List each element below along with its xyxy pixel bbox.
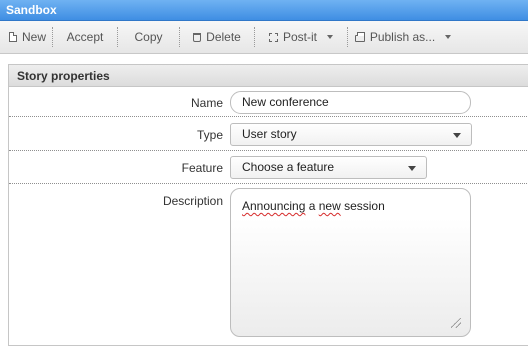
- panel-title: Story properties: [9, 65, 528, 87]
- delete-button-label: Delete: [206, 30, 241, 44]
- resize-handle-icon[interactable]: [451, 318, 461, 328]
- trash-icon: [193, 32, 202, 42]
- type-row: Type User story: [9, 118, 528, 151]
- chevron-down-icon: [445, 35, 452, 39]
- type-select-value: User story: [242, 127, 297, 141]
- copy-button[interactable]: Copy: [118, 21, 179, 54]
- publish-as-button[interactable]: Publish as...: [348, 21, 458, 54]
- feature-select[interactable]: Choose a feature: [230, 156, 427, 179]
- window-title: Sandbox: [6, 3, 57, 17]
- postit-button[interactable]: Post-it: [255, 21, 347, 54]
- delete-button[interactable]: Delete: [180, 21, 254, 54]
- postit-icon: [268, 32, 278, 42]
- accept-button-label: Accept: [66, 30, 104, 44]
- new-document-icon: [9, 32, 17, 42]
- misspelled-word: Announcing: [242, 199, 306, 213]
- chevron-down-icon: [408, 166, 416, 171]
- feature-select-value: Choose a feature: [242, 160, 335, 174]
- new-button[interactable]: New: [0, 21, 52, 54]
- print-icon: [354, 31, 365, 42]
- postit-button-label: Post-it: [282, 30, 317, 44]
- description-textarea[interactable]: Announcing a new session: [230, 188, 471, 337]
- description-text: a: [305, 199, 319, 213]
- name-label: Name: [190, 96, 223, 110]
- toolbar: New Accept Copy Delete Post-it Publish a…: [0, 21, 528, 54]
- feature-label: Feature: [181, 161, 223, 175]
- description-row: Description Announcing a new session: [9, 185, 528, 345]
- misspelled-word: new: [318, 199, 341, 213]
- publish-as-button-label: Publish as...: [369, 30, 436, 44]
- type-label: Type: [196, 128, 223, 142]
- story-properties-panel: Story properties Name New conference Typ…: [8, 64, 528, 346]
- chevron-down-icon: [327, 35, 333, 39]
- copy-button-label: Copy: [134, 30, 163, 44]
- feature-row: Feature Choose a feature: [9, 152, 528, 184]
- new-button-label: New: [22, 30, 47, 44]
- chevron-down-icon: [453, 133, 461, 138]
- name-input[interactable]: New conference: [230, 91, 471, 114]
- window-title-bar: Sandbox: [0, 0, 528, 21]
- accept-button[interactable]: Accept: [53, 21, 117, 54]
- type-select[interactable]: User story: [230, 123, 472, 146]
- description-label: Description: [162, 194, 223, 208]
- name-row: Name New conference: [9, 88, 528, 117]
- description-text: session: [340, 199, 385, 213]
